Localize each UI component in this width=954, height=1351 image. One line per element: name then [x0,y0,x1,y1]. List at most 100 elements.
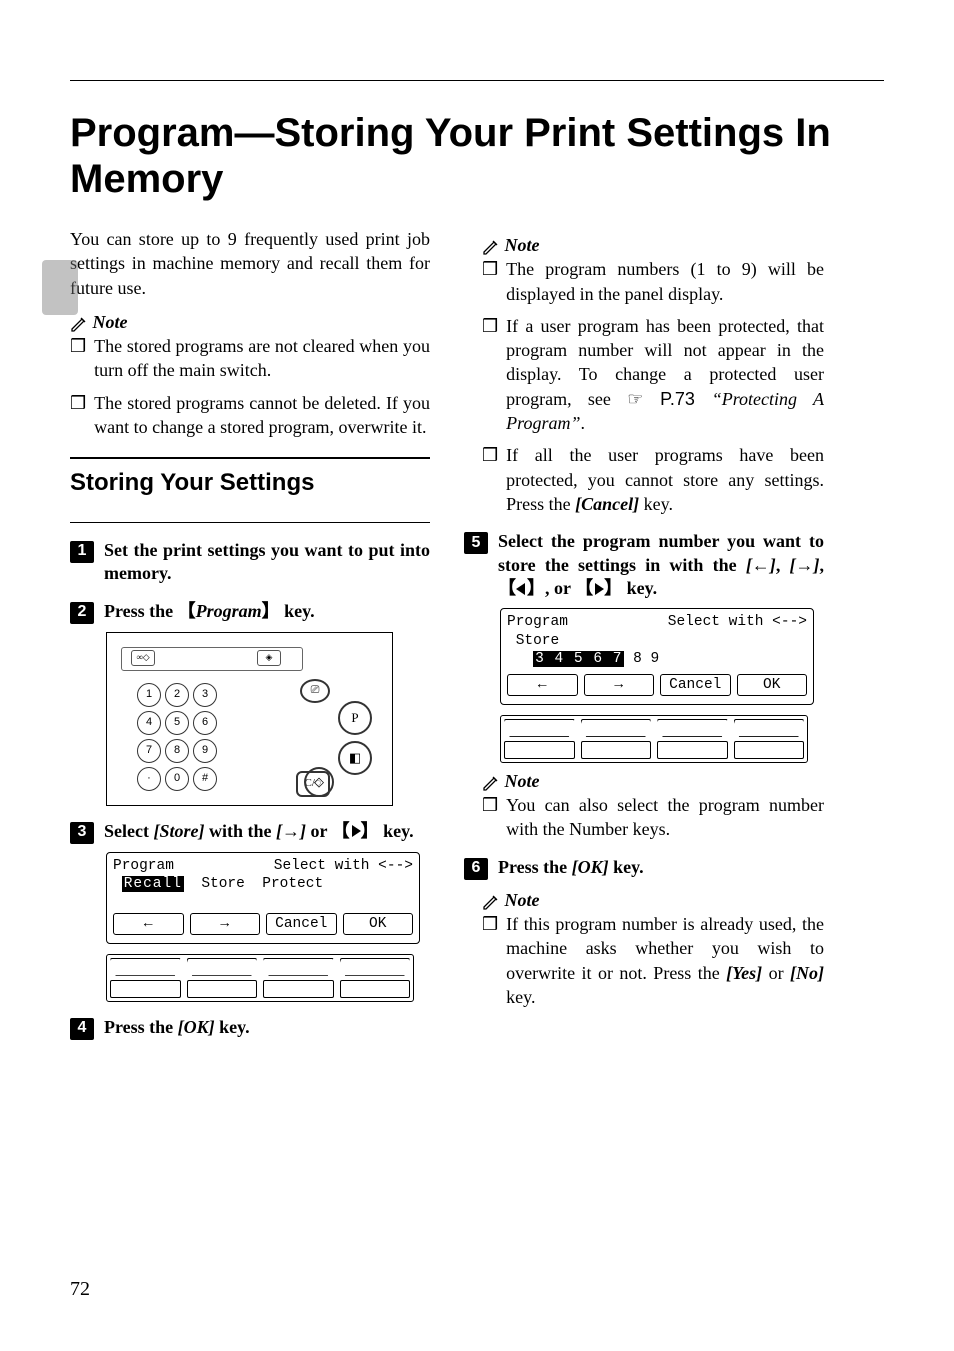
step-6-text: Press the [OK] key. [498,856,824,879]
lcd-screen-step3: Program Select with <--> Recall Store Pr… [106,852,420,944]
step-4-pre: Press the [104,1017,178,1037]
side-tab [42,260,78,315]
note4-or: or [762,963,790,983]
program-button-icon: P [338,701,372,735]
bullet-icon: ❒ [70,391,86,440]
step-5-or: , or [545,578,575,598]
keypad-key-label: 7 [146,743,152,758]
pencil-icon [482,238,500,256]
step-number-icon: 2 [70,602,94,624]
lcd5-title: Program [507,613,568,631]
page: Printing Program—Storing Your Print Sett… [0,0,954,1351]
softkey-icon [187,958,258,976]
bullet-icon: ❒ [482,793,498,842]
note-heading-3: Note [505,771,540,791]
step-3-pre: Select [104,821,153,841]
note2-item-3: ❒ If all the user programs have been pro… [482,443,824,516]
step-2-text: Press the 【Program】 key. [104,600,430,623]
control-panel-illustration: ∞◇ ◈ 1 2 3 4 5 6 7 8 9 · 0 # ⎚ P [106,632,393,806]
clear-modes-button-icon: ⎚ [300,679,330,703]
note1-text-1: The stored programs are not cleared when… [94,334,430,383]
note-heading-2: Note [505,235,540,255]
step-number-icon: 6 [464,858,488,880]
store-key-label: [Store] [153,821,204,841]
note3-item: ❒ You can also select the program number… [482,793,824,842]
keypad-key-label: 2 [174,687,180,702]
step-number-icon: 4 [70,1018,94,1040]
keypad-key: · [137,767,161,791]
step-6-post: key. [609,857,644,877]
ok-key-label: [OK] [572,857,609,877]
note2-text-2: If a user program has been protected, th… [506,314,824,435]
step-5: 5 Select the program number you want to … [464,530,824,600]
keypad-key: 8 [165,739,189,763]
note2-tail: key. [639,494,673,514]
lcd3-tabs: Recall Store Protect [113,875,413,893]
step-2-post: key. [280,601,315,621]
softkey-icon [340,958,411,976]
left-triangle-key-icon: 【】 [498,577,545,600]
top-rule [70,80,884,81]
step-number-icon: 1 [70,541,94,563]
step-3: 3 Select [Store] with the [→] or 【】 key. [70,820,430,844]
section-rule-heavy [70,457,430,459]
softkey-icon [187,980,258,998]
note-heading-4: Note [505,890,540,910]
right-triangle-key-icon: 【】 [332,820,379,843]
softkey-icon [581,741,652,759]
softkey-icon [110,980,181,998]
yes-key-label: [Yes] [726,963,762,983]
bullet-icon: ❒ [482,314,498,435]
lcd3-button-row: ← → Cancel OK [113,913,413,935]
note1-item-1: ❒ The stored programs are not cleared wh… [70,334,430,383]
two-column-body: You can store up to 9 frequently used pr… [70,227,884,1048]
step-2: 2 Press the 【Program】 key. [70,600,430,624]
right-key-label: [→] [276,821,306,841]
step-1: 1 Set the print settings you want to put… [70,539,430,586]
keypad-key-label: 1 [146,687,152,702]
softkey-icon [110,958,181,976]
keypad-key-label: 4 [146,715,152,730]
lcd5-digits: 3 4 5 6 7 8 9 [507,650,807,668]
lcd5-btn-left: ← [507,674,578,696]
left-key-label: [←] [746,555,776,575]
note4-text: If this program number is already used, … [506,912,824,1009]
pencil-icon [70,315,88,333]
note2-item-2: ❒ If a user program has been protected, … [482,314,824,435]
note2-text-3: If all the user programs have been prote… [506,443,824,516]
step-5-post: key. [622,578,657,598]
lcd5-digits-selected: 3 4 5 6 7 [533,651,624,667]
step-3-mid2: with the [204,821,276,841]
pencil-icon [482,893,500,911]
note1-item-2: ❒ The stored programs cannot be deleted.… [70,391,430,440]
step-number-icon: 5 [464,532,488,554]
note-heading-1: Note [93,312,128,332]
page-number: 72 [70,1278,90,1301]
cancel-key-label: [Cancel] [575,494,639,514]
lcd5-button-row: ← → Cancel OK [507,674,807,696]
program-key-label: Program [196,601,262,621]
bullet-icon: ❒ [70,334,86,383]
lcd3-tab-protect: Protect [262,876,323,892]
ok-key-label: [OK] [178,1017,215,1037]
softkeys-step3 [106,954,414,1002]
lcd5-btn-cancel: Cancel [660,674,731,696]
note4-item: ❒ If this program number is already used… [482,912,824,1009]
step-3-mid4: or [306,821,332,841]
open-bracket-icon: 【 [178,601,196,621]
start-button-icon: ◇ [304,767,334,797]
step-1-text: Set the print settings you want to put i… [104,539,430,586]
lcd3-btn-right: → [190,913,261,935]
keypad-key: 6 [193,711,217,735]
softkey-icon [263,958,334,976]
lcd5-hint: Select with <--> [668,613,807,631]
lcd5-digits-rest: 8 9 [624,651,659,667]
softkey-icon [504,719,575,737]
keypad-key: 1 [137,683,161,707]
note-block-1: Note ❒ The stored programs are not clear… [70,310,430,439]
step-4-post: key. [215,1017,250,1037]
note1-text-2: The stored programs cannot be deleted. I… [94,391,430,440]
right-column: Note ❒ The program numbers (1 to 9) will… [464,227,824,1048]
step-3-post: key. [379,821,414,841]
softkey-icon [263,980,334,998]
